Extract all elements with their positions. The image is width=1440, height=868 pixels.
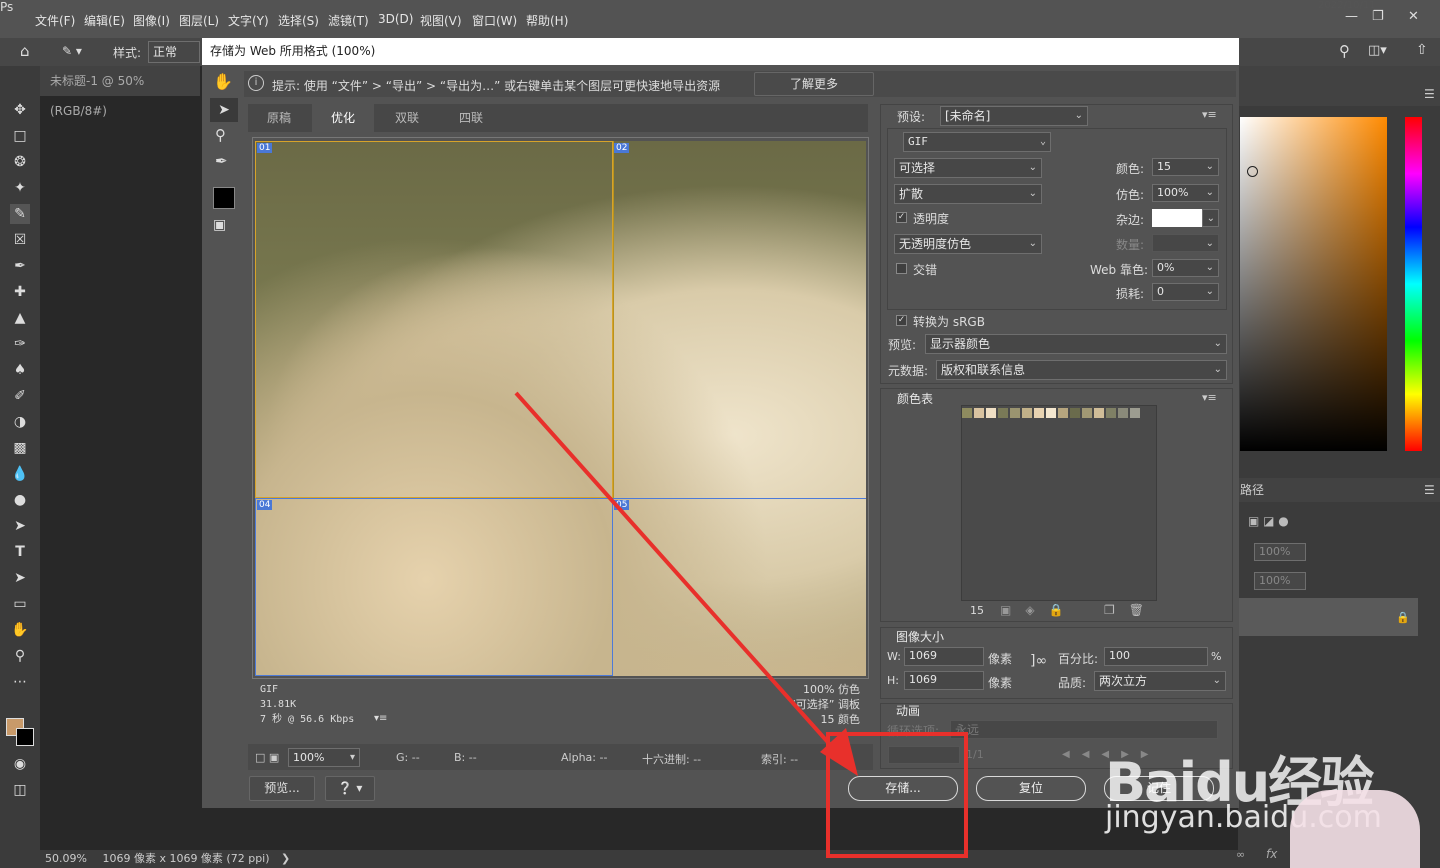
arrow-shaft [514, 391, 844, 760]
watermark-mascot [1290, 790, 1420, 868]
highlight-box [826, 732, 968, 858]
